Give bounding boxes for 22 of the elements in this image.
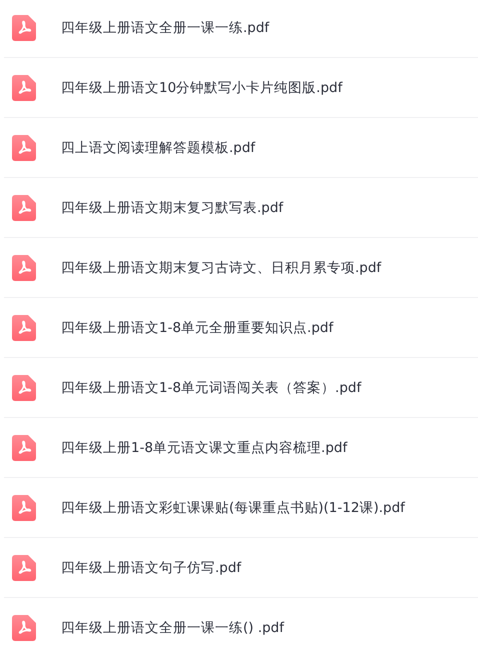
file-item[interactable]: 四年级上册语文全册一课一练.pdf bbox=[4, 0, 478, 58]
pdf-file-icon bbox=[12, 434, 36, 460]
pdf-file-icon bbox=[12, 614, 36, 640]
file-item[interactable]: 四年级上册语文彩虹课课贴(每课重点书贴)(1-12课).pdf bbox=[4, 478, 478, 538]
pdf-file-icon bbox=[12, 314, 36, 340]
pdf-file-icon bbox=[12, 74, 36, 100]
pdf-file-icon bbox=[12, 134, 36, 160]
file-item[interactable]: 四年级上册语文句子仿写.pdf bbox=[4, 538, 478, 598]
file-item[interactable]: 四年级上册语文1-8单元词语闯关表（答案）.pdf bbox=[4, 358, 478, 418]
pdf-file-icon bbox=[12, 494, 36, 520]
pdf-file-icon bbox=[12, 554, 36, 580]
file-item[interactable]: 四年级上册语文期末复习古诗文、日积月累专项.pdf bbox=[4, 238, 478, 298]
file-item[interactable]: 四年级上册语文1-8单元全册重要知识点.pdf bbox=[4, 298, 478, 358]
pdf-file-icon bbox=[12, 374, 36, 400]
file-item[interactable]: 四年级上册1-8单元语文课文重点内容梳理.pdf bbox=[4, 418, 478, 478]
pdf-file-icon bbox=[12, 254, 36, 280]
file-item[interactable]: 四年级上册语文全册一课一练() .pdf bbox=[4, 598, 478, 654]
pdf-file-icon bbox=[12, 14, 36, 40]
file-item[interactable]: 四上语文阅读理解答题模板.pdf bbox=[4, 118, 478, 178]
pdf-file-icon bbox=[12, 194, 36, 220]
file-item[interactable]: 四年级上册语文10分钟默写小卡片纯图版.pdf bbox=[4, 58, 478, 118]
file-item[interactable]: 四年级上册语文期末复习默写表.pdf bbox=[4, 178, 478, 238]
